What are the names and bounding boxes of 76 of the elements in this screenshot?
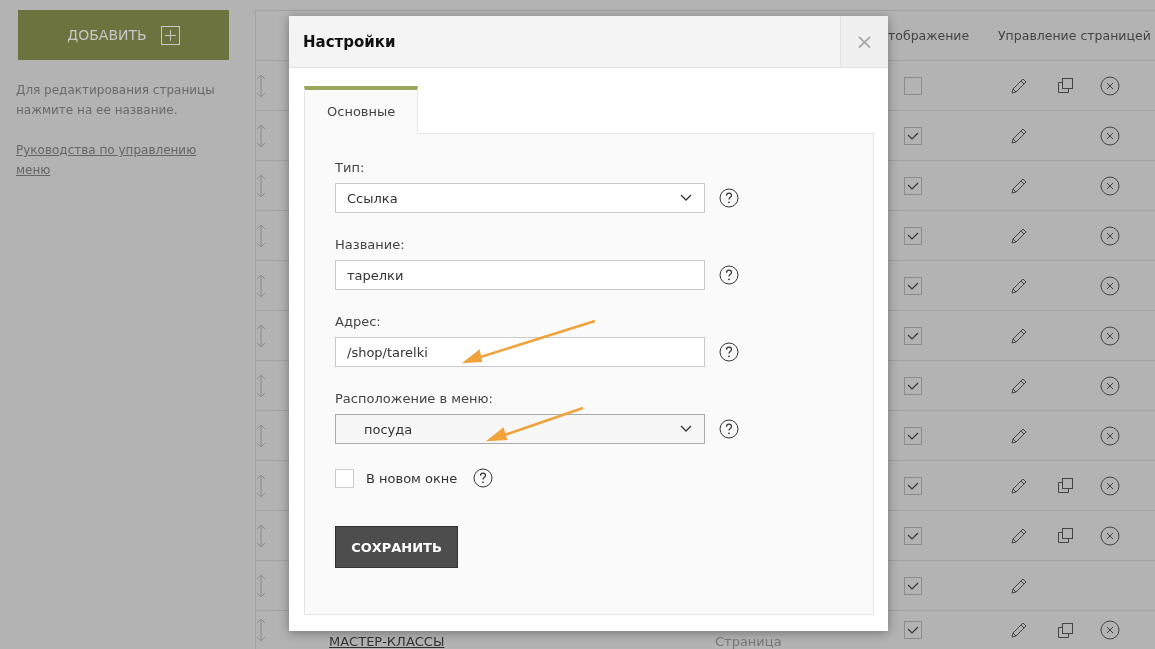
checkbox[interactable] — [903, 76, 922, 95]
checkbox[interactable] — [903, 526, 922, 545]
copy-icon[interactable] — [1057, 477, 1074, 494]
pencil-icon[interactable] — [1010, 576, 1028, 595]
column-header: тображение — [887, 28, 971, 43]
page-link[interactable]: МАСТЕР-КЛАССЫ — [329, 634, 445, 649]
copy-icon[interactable] — [1057, 527, 1074, 544]
checkbox[interactable] — [903, 621, 922, 639]
checkbox[interactable] — [903, 426, 922, 445]
help-icon[interactable] — [473, 468, 494, 488]
pencil-icon[interactable] — [1010, 376, 1028, 395]
tab[interactable]: Основные — [304, 86, 419, 134]
delete-icon[interactable] — [1100, 225, 1120, 246]
dialog-title: Настройки — [302, 31, 397, 53]
checkmark-icon — [905, 625, 920, 635]
field-label: Название: — [335, 237, 406, 252]
help-icon[interactable] — [719, 188, 739, 208]
checkmark-icon — [905, 530, 920, 541]
delete-icon[interactable] — [1100, 375, 1120, 396]
delete-icon[interactable] — [1100, 275, 1120, 296]
checkbox-label: В новом окне — [366, 470, 458, 486]
chevron-down-icon — [680, 425, 692, 433]
checkbox[interactable] — [903, 176, 922, 195]
pencil-icon[interactable] — [1010, 426, 1028, 445]
field-label: Расположение в меню: — [335, 391, 494, 406]
checkmark-icon — [905, 580, 920, 591]
delete-icon[interactable] — [1100, 425, 1120, 446]
checkbox[interactable] — [335, 468, 354, 488]
checkmark-icon — [905, 230, 920, 241]
pencil-icon[interactable] — [1010, 526, 1028, 545]
pencil-icon[interactable] — [1010, 476, 1028, 495]
chevron-down-icon — [680, 194, 692, 202]
copy-icon[interactable] — [1057, 77, 1074, 94]
pencil-icon[interactable] — [1010, 126, 1028, 145]
delete-icon[interactable] — [1100, 475, 1120, 496]
pencil-icon[interactable] — [1010, 621, 1028, 639]
input-field[interactable]: тарелки — [335, 260, 705, 290]
checkbox[interactable] — [903, 276, 922, 295]
select-field[interactable]: посуда — [335, 414, 705, 444]
field-label: Адрес: — [335, 314, 382, 329]
checkmark-icon — [905, 180, 920, 191]
pencil-icon[interactable] — [1010, 226, 1028, 245]
checkbox[interactable] — [903, 476, 922, 495]
checkbox[interactable] — [903, 376, 922, 395]
checkbox[interactable] — [903, 326, 922, 345]
checkmark-icon — [905, 430, 920, 441]
pencil-icon[interactable] — [1010, 76, 1028, 95]
help-icon[interactable] — [719, 419, 739, 439]
checkbox[interactable] — [903, 226, 922, 245]
help-icon[interactable] — [719, 265, 739, 285]
select-field[interactable]: Ссылка — [335, 183, 705, 213]
delete-icon[interactable] — [1100, 525, 1120, 546]
help-icon[interactable] — [719, 342, 739, 362]
delete-icon[interactable] — [1100, 175, 1120, 196]
input-field[interactable]: /shop/tarelki — [335, 337, 705, 367]
checkmark-icon — [905, 280, 920, 291]
checkmark-icon — [905, 380, 920, 391]
checkbox[interactable] — [903, 126, 922, 145]
delete-icon[interactable] — [1100, 620, 1120, 640]
hint-text: Для редактирования страницы нажмите на ее название. — [16, 82, 216, 119]
pencil-icon[interactable] — [1010, 276, 1028, 295]
plus-icon — [160, 25, 180, 45]
delete-icon[interactable] — [1100, 125, 1120, 146]
page-type: Страница — [715, 634, 782, 649]
delete-icon[interactable] — [1100, 75, 1120, 96]
copy-icon[interactable] — [1057, 621, 1074, 639]
checkmark-icon — [905, 330, 920, 341]
delete-icon[interactable] — [1100, 325, 1120, 346]
field-label: Тип: — [335, 160, 366, 175]
checkmark-icon — [905, 130, 920, 141]
pencil-icon[interactable] — [1010, 176, 1028, 195]
save-button[interactable]: СОХРАНИТЬ — [335, 526, 458, 568]
checkmark-icon — [905, 480, 920, 491]
column-header: Управление страницей — [997, 28, 1152, 43]
checkbox[interactable] — [903, 576, 922, 595]
pencil-icon[interactable] — [1010, 326, 1028, 345]
